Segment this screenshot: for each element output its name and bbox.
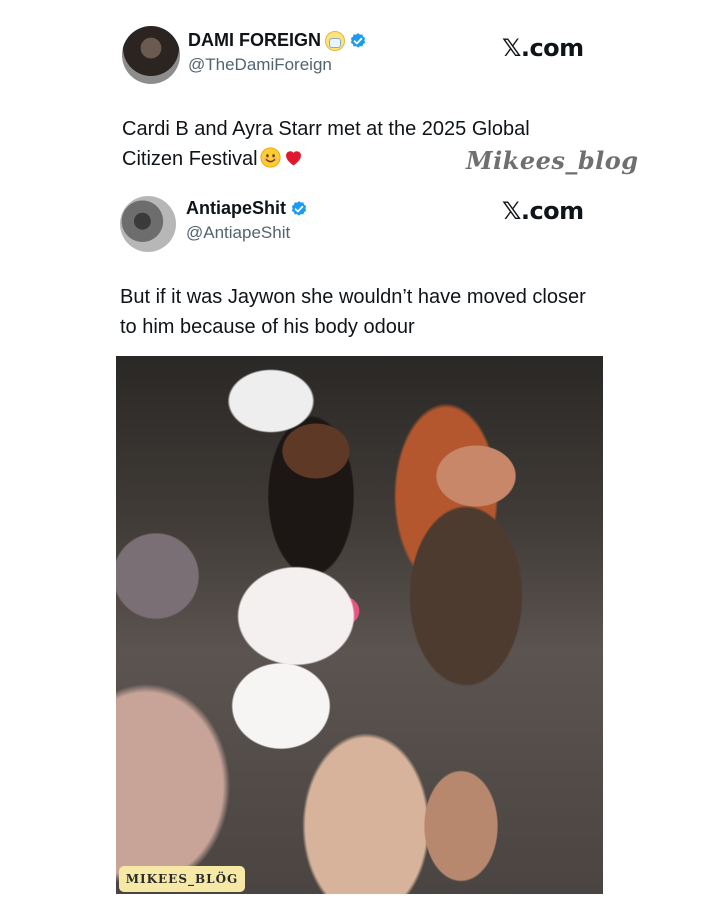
avatar[interactable]	[120, 196, 176, 252]
tweet-text: But if it was Jaywon she wouldn’t have m…	[120, 286, 586, 338]
display-name[interactable]: AntiapeShit	[186, 198, 286, 219]
verified-badge-icon	[350, 32, 366, 48]
verified-badge-icon	[291, 200, 307, 216]
author-name-row: AntiapeShit	[186, 198, 308, 219]
source-label: 𝕏.com	[502, 34, 584, 62]
face-with-medical-mask-icon	[325, 30, 345, 51]
photo-watermark-badge: MIKEES_BLÖG	[119, 866, 245, 892]
handle[interactable]: @AntiapeShit	[186, 223, 290, 243]
handle[interactable]: @TheDamiForeign	[188, 55, 332, 75]
avatar[interactable]	[122, 26, 180, 84]
author-name-row: DAMI FOREIGN	[188, 30, 367, 51]
source-label: 𝕏.com	[502, 197, 584, 225]
red-heart-icon	[285, 151, 301, 166]
smiling-face-icon	[260, 147, 281, 168]
watermark-text: Mikees_blog	[466, 146, 639, 175]
display-name[interactable]: DAMI FOREIGN	[188, 30, 321, 51]
tweet-photo[interactable]	[116, 356, 603, 894]
